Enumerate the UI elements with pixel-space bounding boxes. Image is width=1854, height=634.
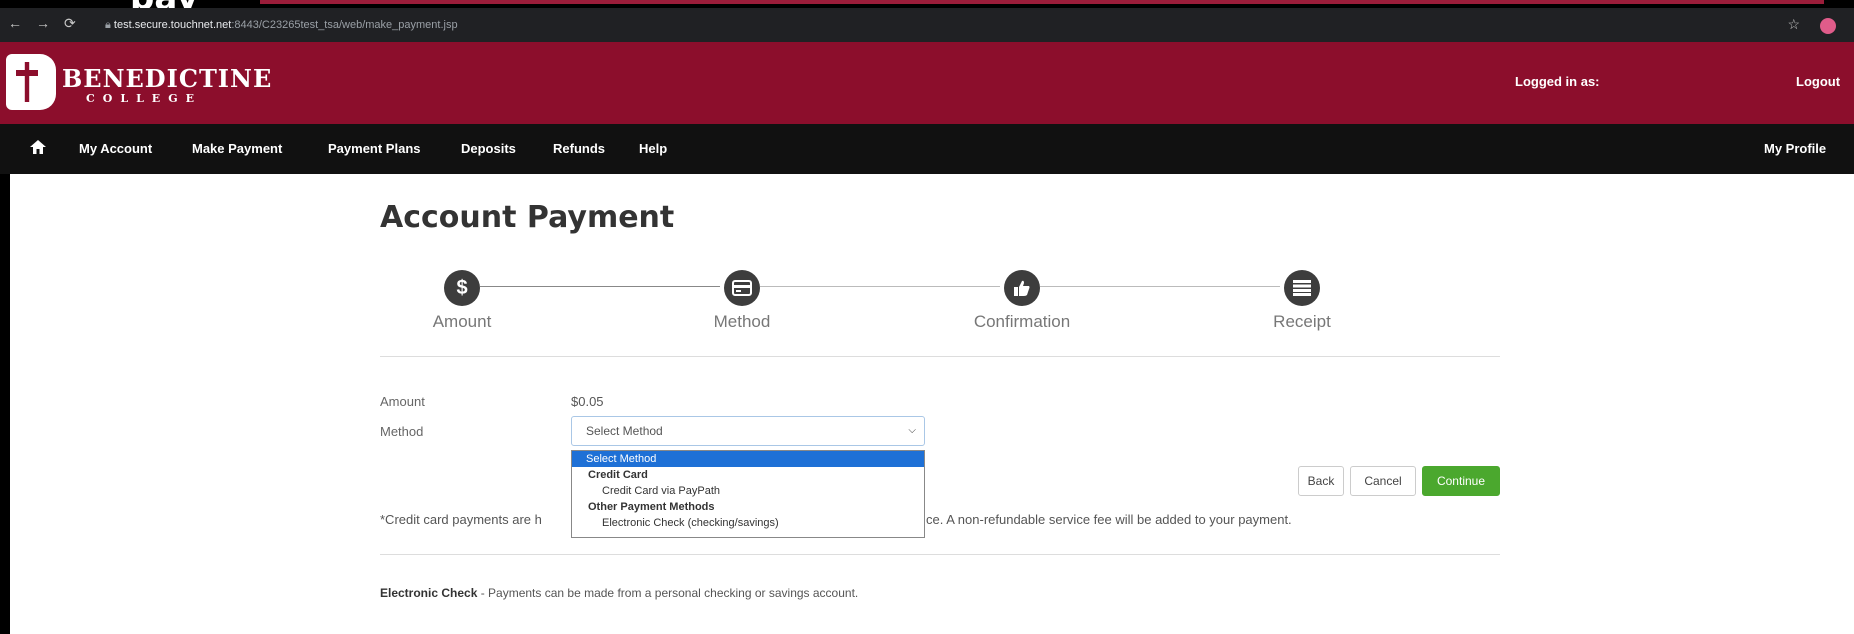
method-select-value: Select Method	[586, 424, 663, 438]
dollar-icon: $	[444, 270, 480, 306]
reload-icon[interactable]: ⟳	[64, 15, 76, 32]
nav-deposits[interactable]: Deposits	[461, 141, 516, 156]
amount-label: Amount	[380, 394, 425, 409]
logo-subtitle: COLLEGE	[86, 92, 202, 105]
nav-help[interactable]: Help	[639, 141, 667, 156]
step-label: Receipt	[1273, 312, 1331, 331]
step-amount: $ Amount	[382, 270, 542, 332]
step-confirmation: Confirmation	[942, 270, 1102, 332]
nav-refunds[interactable]: Refunds	[553, 141, 605, 156]
option-select-method[interactable]: Select Method	[572, 451, 924, 467]
optgroup-other-methods: Other Payment Methods	[588, 501, 715, 513]
amount-value: $0.05	[571, 394, 604, 409]
browser-toolbar: ← → ⟳ 🔒︎ test.secure.touchnet.net:8443/C…	[0, 8, 1854, 42]
forward-arrow-icon[interactable]: →	[36, 15, 50, 31]
url-path: :8443/C23265test_tsa/web/make_payment.js…	[231, 19, 458, 31]
optgroup-credit-card: Credit Card	[588, 469, 648, 481]
nav-payment-plans[interactable]: Payment Plans	[328, 141, 421, 156]
cancel-button[interactable]: Cancel	[1350, 466, 1416, 496]
method-label: Method	[380, 424, 424, 439]
electronic-check-title: Electronic Check	[380, 586, 478, 600]
logo-name[interactable]: BENEDICTINE	[62, 64, 272, 93]
browser-profile-avatar[interactable]	[1820, 18, 1836, 34]
option-credit-card-paypath[interactable]: Credit Card via PayPath	[572, 483, 924, 499]
step-method: Method	[662, 270, 822, 332]
page-title: Account Payment	[380, 200, 675, 235]
lock-icon: 🔒︎	[105, 19, 114, 31]
list-icon	[1284, 270, 1320, 306]
back-arrow-icon[interactable]: ←	[8, 15, 22, 31]
chevron-down-icon: ⌵	[908, 425, 916, 436]
url-host: test.secure.touchnet.net	[113, 19, 232, 31]
back-button[interactable]: Back	[1298, 466, 1344, 496]
continue-button[interactable]: Continue	[1422, 466, 1500, 496]
accent-strip	[260, 0, 1824, 4]
nav-make-payment[interactable]: Make Payment	[192, 141, 282, 156]
step-receipt: Receipt	[1222, 270, 1382, 332]
electronic-check-info: Electronic Check - Payments can be made …	[380, 586, 858, 600]
main-content: Account Payment $ Amount Method Confirma…	[0, 174, 1854, 634]
address-bar[interactable]: 🔒︎ test.secure.touchnet.net:8443/C23265t…	[105, 14, 1805, 36]
home-icon[interactable]	[30, 140, 46, 154]
divider	[380, 554, 1500, 555]
logged-in-label: Logged in as:	[1515, 74, 1600, 89]
credit-card-note-end: ce. A non-refundable service fee will be…	[926, 512, 1292, 527]
bookmark-star-icon[interactable]: ☆	[1787, 16, 1800, 33]
payment-steps: $ Amount Method Confirmation Receipt	[380, 270, 1500, 352]
method-dropdown-list[interactable]: Select Method Credit Card Credit Card vi…	[571, 450, 925, 538]
site-header: BENEDICTINE COLLEGE Logged in as: Logout	[0, 42, 1854, 124]
main-nav: My Account Make Payment Payment Plans De…	[0, 124, 1854, 174]
step-label: Amount	[432, 312, 492, 331]
nav-my-profile[interactable]: My Profile	[1764, 141, 1826, 156]
nav-my-account[interactable]: My Account	[79, 141, 152, 156]
step-label: Method	[713, 312, 771, 331]
method-select[interactable]: Select Method ⌵	[571, 416, 925, 446]
option-electronic-check[interactable]: Electronic Check (checking/savings)	[572, 515, 924, 531]
electronic-check-text: - Payments can be made from a personal c…	[477, 586, 859, 600]
credit-card-icon	[724, 270, 760, 306]
college-logo-icon[interactable]	[6, 54, 56, 110]
credit-card-note: *Credit card payments are h	[380, 512, 542, 527]
divider	[380, 356, 1500, 357]
top-band: pay	[0, 0, 1854, 18]
logout-link[interactable]: Logout	[1796, 74, 1840, 89]
thumbs-up-icon	[1004, 270, 1040, 306]
left-edge	[0, 174, 10, 634]
step-label: Confirmation	[973, 312, 1071, 331]
